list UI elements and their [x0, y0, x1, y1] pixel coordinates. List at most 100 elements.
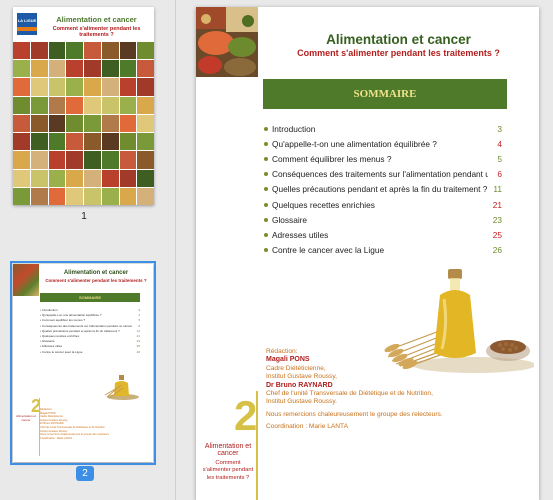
- page-title: Alimentation et cancer: [326, 32, 471, 47]
- mosaic-tile: [119, 187, 137, 205]
- mosaic-tile: [101, 78, 119, 96]
- mosaic-tile: [66, 114, 83, 133]
- mosaic-tile: [48, 133, 66, 151]
- mosaic-tile: [84, 169, 101, 187]
- author-1-name: Magali PONS: [266, 356, 310, 364]
- document-page-2: Alimentation et cancer Comment s'aliment…: [196, 7, 539, 500]
- author-1-role: Cadre Diététicienne,: [266, 364, 326, 372]
- bullet-icon: [264, 172, 268, 177]
- mosaic-tile: [30, 151, 48, 169]
- mosaic-tile: [13, 60, 30, 78]
- toc-item[interactable]: Qu'appelle-t-on une alimentation équilib…: [264, 136, 502, 151]
- author-2-org: Institut Gustave Roussy.: [266, 398, 337, 406]
- mini-side-title: Alimentation et cancer: [16, 414, 36, 422]
- side-subtitle: Comment s'alimenter pendant les traiteme…: [202, 459, 254, 481]
- page-number-label-1: 1: [81, 211, 87, 222]
- toc-item-label: Introduction: [272, 123, 316, 134]
- bullet-icon: [264, 187, 268, 192]
- redaction-heading: Rédaction:: [266, 348, 298, 355]
- toc-item-label: Glossaire: [272, 214, 308, 225]
- mosaic-tile: [101, 96, 119, 114]
- mosaic-tile: [30, 133, 48, 151]
- mosaic-tile: [84, 187, 101, 205]
- toc-item-page: 11: [493, 184, 502, 195]
- bullet-icon: [264, 156, 268, 161]
- toc-item[interactable]: Conséquences des traitements sur l'alime…: [264, 167, 502, 182]
- toc-item-page: 23: [492, 214, 502, 225]
- mosaic-tile: [101, 42, 119, 60]
- mosaic-tile: [119, 42, 137, 60]
- bullet-icon: [264, 248, 268, 253]
- toc-item[interactable]: Introduction 3: [264, 121, 502, 136]
- side-title: Alimentation et cancer: [204, 443, 252, 458]
- toc-item[interactable]: Contre le cancer avec la Ligue 26: [264, 243, 502, 258]
- toc-item[interactable]: Quelles précautions pendant et après la …: [264, 182, 502, 197]
- bullet-icon: [264, 217, 268, 222]
- toc-item[interactable]: Comment équilibrer les menus ? 5: [264, 151, 502, 166]
- mosaic-tile: [119, 133, 137, 151]
- toc-item-page: 25: [492, 229, 502, 240]
- mosaic-tile: [48, 114, 66, 133]
- mini-oil-bottle-image: [104, 375, 139, 400]
- mosaic-tile: [137, 96, 154, 114]
- page-thumbnail-1[interactable]: LA LIGUE Alimentation et cancer Comment …: [13, 7, 154, 205]
- toc-item-label: Quelles précautions pendant et après la …: [272, 184, 488, 195]
- mosaic-tile: [66, 60, 83, 78]
- mosaic-tile: [84, 151, 101, 169]
- mosaic-tile: [30, 169, 48, 187]
- mosaic-tile: [101, 114, 119, 133]
- toc-item-label: Qu'appelle-t-on une alimentation équilib…: [272, 138, 437, 149]
- bullet-icon: [264, 232, 268, 237]
- mosaic-tile: [84, 78, 101, 96]
- mosaic-tile: [137, 78, 154, 96]
- mosaic-tile: [13, 114, 30, 133]
- side-title-block: Alimentation et cancer Comment s'aliment…: [202, 443, 254, 482]
- mosaic-tile: [84, 96, 101, 114]
- mosaic-tile: [66, 96, 83, 114]
- mosaic-tile: [30, 60, 48, 78]
- toc-item-page: 5: [497, 153, 502, 164]
- mosaic-tile: [84, 42, 101, 60]
- mosaic-tile: [66, 133, 83, 151]
- table-of-contents: Introduction 3 Qu'appelle-t-on une aliment…: [264, 121, 502, 258]
- mosaic-tile: [48, 169, 66, 187]
- mini-redaction: Rédaction: Magali PONS Cadre Diététicienne…: [40, 408, 110, 440]
- mosaic-tile: [119, 114, 137, 133]
- mini-title: Alimentation et cancer: [63, 270, 129, 276]
- mosaic-tile: [137, 187, 154, 205]
- thumbnail-sidebar: LA LIGUE Alimentation et cancer Comment …: [0, 0, 176, 500]
- mosaic-tile: [48, 42, 66, 60]
- mosaic-tile: [13, 151, 30, 169]
- mosaic-tile: [137, 133, 154, 151]
- toc-item-page: 4: [497, 138, 502, 149]
- mosaic-tile: [30, 187, 48, 205]
- mosaic-tile: [13, 169, 30, 187]
- toc-item-label: Adresses utiles: [272, 229, 329, 240]
- toc-item-page: 21: [492, 199, 502, 210]
- toc-item[interactable]: Glossaire 23: [264, 212, 502, 227]
- mini-subtitle: Comment s'alimenter pendant les traiteme…: [45, 278, 147, 283]
- toc-item[interactable]: Quelques recettes enrichies 21: [264, 197, 502, 212]
- toc-item-page: 26: [492, 245, 502, 256]
- author-2-role: Chef de l'unité Transversale de Diététiq…: [266, 390, 433, 398]
- thanks-text: Nous remercions chaleureusement le group…: [266, 410, 443, 418]
- mosaic-tile: [119, 78, 137, 96]
- toc-item-page: 3: [497, 123, 502, 134]
- mosaic-tile: [101, 169, 119, 187]
- coordination-text: Coordination : Marie LANTA: [266, 423, 348, 431]
- page-thumbnail-2-selected[interactable]: Alimentation et cancer Comment s'aliment…: [10, 261, 156, 465]
- mini-header-photo: [13, 264, 39, 296]
- toc-item-label: Quelques recettes enrichies: [272, 199, 375, 210]
- header-food-photo: [196, 7, 258, 77]
- mosaic-tile: [84, 60, 101, 78]
- cover-subtitle: Comment s'alimenter pendant les traiteme…: [52, 26, 141, 38]
- toc-item-label: Comment équilibrer les menus ?: [272, 153, 392, 164]
- mosaic-tile: [48, 96, 66, 114]
- mosaic-tile: [137, 60, 154, 78]
- toc-item-label: Contre le cancer avec la Ligue: [272, 245, 385, 256]
- bullet-icon: [264, 141, 268, 146]
- ligue-logo: LA LIGUE: [17, 13, 37, 35]
- mosaic-tile: [119, 169, 137, 187]
- toc-item[interactable]: Adresses utiles 25: [264, 227, 502, 242]
- mosaic-tile: [48, 78, 66, 96]
